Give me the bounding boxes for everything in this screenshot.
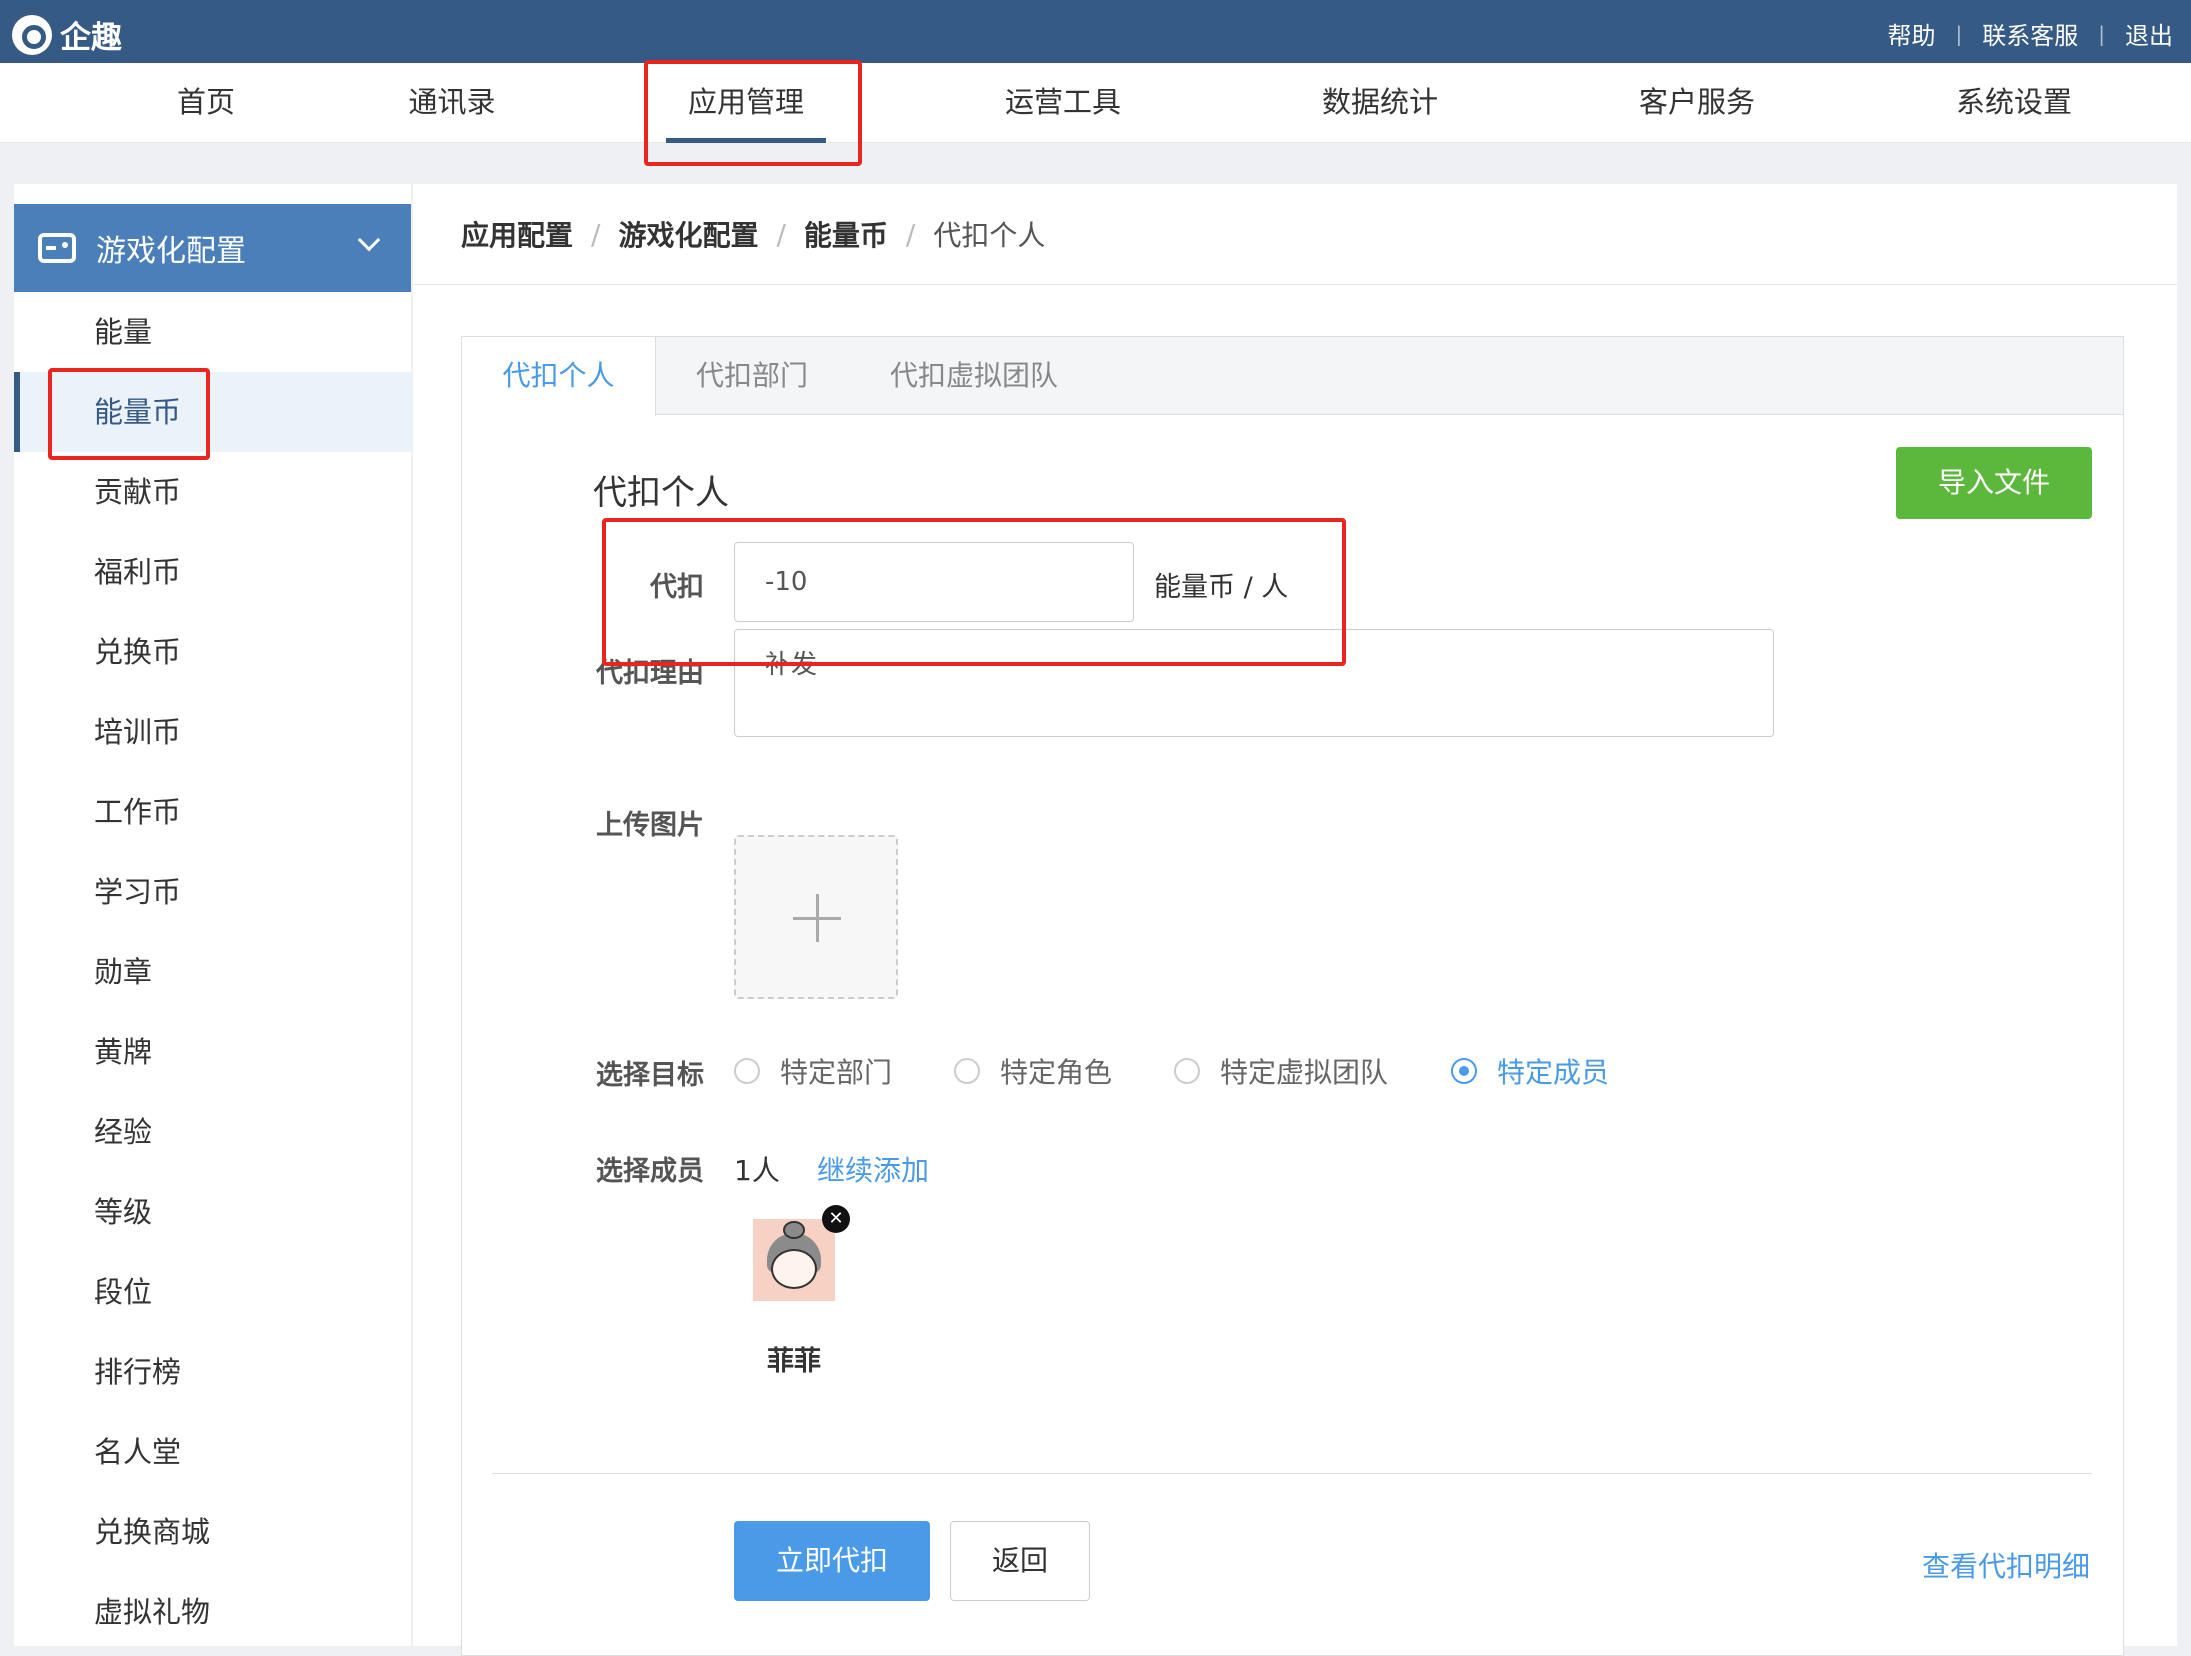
radio-specific-role[interactable]: 特定角色	[954, 1051, 1112, 1091]
sidebar-item-leaderboard[interactable]: 排行榜	[14, 1332, 411, 1412]
nav-app-management-label: 应用管理	[687, 85, 805, 119]
link-separator: |	[1955, 21, 1963, 46]
member-count: 1人	[734, 1154, 780, 1187]
radio-label: 特定角色	[1000, 1056, 1113, 1089]
radio-specific-member[interactable]: 特定成员	[1451, 1051, 1609, 1091]
nav-data-statistics[interactable]: 数据统计	[1322, 63, 1438, 143]
breadcrumb-separator: /	[905, 217, 916, 251]
radio-label: 特定部门	[780, 1056, 893, 1089]
sidebar-item-energy[interactable]: 能量	[14, 292, 411, 372]
logo-icon	[12, 14, 52, 55]
avatar	[753, 1219, 835, 1301]
brand-logo[interactable]: 企趣	[12, 12, 122, 57]
sidebar-item-level[interactable]: 等级	[14, 1172, 411, 1252]
nav-home[interactable]: 首页	[177, 63, 235, 143]
avatar-face	[771, 1249, 817, 1289]
form-panel: 代扣个人 代扣部门 代扣虚拟团队 代扣个人 导入文件 代扣 -10 能量币 / …	[461, 336, 2124, 1656]
top-links: 帮助 | 联系客服 | 退出	[1888, 16, 2174, 51]
deduct-amount-input[interactable]: -10	[734, 542, 1134, 622]
radio-specific-department[interactable]: 特定部门	[734, 1051, 892, 1091]
back-button[interactable]: 返回	[950, 1521, 1090, 1601]
main-content: 应用配置 / 游戏化配置 / 能量币 / 代扣个人 代扣个人 代扣部门 代扣虚拟…	[413, 184, 2177, 1656]
sidebar-item-study-coin[interactable]: 学习币	[14, 852, 411, 932]
deduct-reason-textarea[interactable]: 补发	[734, 629, 1774, 737]
nav-app-management[interactable]: 应用管理	[665, 63, 826, 143]
help-link[interactable]: 帮助	[1888, 16, 1936, 51]
brand-name: 企趣	[60, 20, 122, 56]
nav-system-settings[interactable]: 系统设置	[1956, 63, 2072, 143]
breadcrumb: 应用配置 / 游戏化配置 / 能量币 / 代扣个人	[461, 214, 1045, 254]
radio-specific-virtual-team[interactable]: 特定虚拟团队	[1174, 1051, 1388, 1091]
logout-link[interactable]: 退出	[2125, 16, 2173, 51]
footer-divider	[492, 1473, 2092, 1474]
gamepad-icon	[38, 233, 76, 263]
sidebar-item-hall-of-fame[interactable]: 名人堂	[14, 1412, 411, 1492]
member-name: 菲菲	[767, 1346, 821, 1377]
tab-bar: 代扣个人 代扣部门 代扣虚拟团队	[462, 337, 2123, 416]
sidebar-item-work-coin[interactable]: 工作币	[14, 772, 411, 852]
link-separator: |	[2098, 21, 2105, 46]
sidebar-item-training-coin[interactable]: 培训币	[14, 692, 411, 772]
plus-icon	[816, 894, 819, 942]
deduct-reason-label: 代扣理由	[596, 658, 704, 689]
section-title: 代扣个人	[593, 473, 729, 513]
breadcrumb-item[interactable]: 应用配置	[461, 214, 573, 254]
select-member-label: 选择成员	[596, 1156, 704, 1187]
sidebar-item-exchange-coin[interactable]: 兑换币	[14, 612, 411, 692]
sidebar-item-virtual-gift[interactable]: 虚拟礼物	[14, 1572, 411, 1652]
top-bar: 企趣 帮助 | 联系客服 | 退出	[0, 0, 2191, 63]
nav-contacts[interactable]: 通讯录	[408, 63, 495, 143]
import-file-button[interactable]: 导入文件	[1896, 447, 2092, 519]
breadcrumb-current: 代扣个人	[933, 219, 1046, 252]
tab-deduct-individual[interactable]: 代扣个人	[462, 337, 656, 416]
radio-label: 特定虚拟团队	[1220, 1056, 1389, 1089]
deduct-unit: 能量币 / 人	[1154, 572, 1289, 603]
sidebar-item-medal[interactable]: 勋章	[14, 932, 411, 1012]
sidebar-group-title: 游戏化配置	[96, 234, 246, 269]
header-divider	[413, 284, 2177, 285]
radio-label: 特定成员	[1497, 1056, 1610, 1089]
sidebar-group-header[interactable]: 游戏化配置	[14, 204, 411, 292]
contact-support-link[interactable]: 联系客服	[1982, 16, 2078, 51]
sidebar-item-experience[interactable]: 经验	[14, 1092, 411, 1172]
sidebar-item-contribution-coin[interactable]: 贡献币	[14, 452, 411, 532]
sidebar-item-welfare-coin[interactable]: 福利币	[14, 532, 411, 612]
radio-circle-icon	[1174, 1058, 1200, 1084]
upload-image-label: 上传图片	[596, 810, 704, 841]
nav-operation-tools[interactable]: 运营工具	[1005, 63, 1121, 143]
upload-image-button[interactable]	[734, 835, 898, 999]
submit-deduct-button[interactable]: 立即代扣	[734, 1521, 930, 1601]
sidebar-item-exchange-mall[interactable]: 兑换商城	[14, 1492, 411, 1572]
deduct-amount-label: 代扣	[650, 572, 704, 603]
chevron-down-icon	[357, 228, 381, 252]
breadcrumb-item[interactable]: 能量币	[804, 214, 888, 254]
nav-customer-service[interactable]: 客户服务	[1639, 63, 1755, 143]
sidebar: 游戏化配置 能量 能量币 贡献币 福利币 兑换币 培训币 工作币 学习币 勋章 …	[14, 184, 411, 1646]
remove-member-icon[interactable]: ✕	[822, 1205, 850, 1233]
radio-circle-icon	[954, 1058, 980, 1084]
breadcrumb-item[interactable]: 游戏化配置	[618, 214, 758, 254]
sidebar-item-energy-coin[interactable]: 能量币	[14, 372, 411, 452]
tab-deduct-department[interactable]: 代扣部门	[696, 337, 808, 415]
add-more-members-link[interactable]: 继续添加	[817, 1149, 929, 1189]
breadcrumb-separator: /	[776, 217, 786, 251]
sidebar-item-rank[interactable]: 段位	[14, 1252, 411, 1332]
select-target-label: 选择目标	[596, 1060, 704, 1091]
nav-active-indicator	[665, 138, 826, 143]
tab-deduct-virtual-team[interactable]: 代扣虚拟团队	[890, 337, 1058, 415]
sidebar-item-yellow-card[interactable]: 黄牌	[14, 1012, 411, 1092]
view-deduct-details-link[interactable]: 查看代扣明细	[1922, 1545, 2090, 1585]
avatar-bun	[783, 1221, 805, 1239]
radio-selected-icon	[1451, 1058, 1477, 1084]
main-nav: 首页 通讯录 应用管理 运营工具 数据统计 客户服务 系统设置	[0, 63, 2191, 143]
breadcrumb-separator: /	[591, 217, 601, 251]
radio-circle-icon	[734, 1058, 760, 1084]
